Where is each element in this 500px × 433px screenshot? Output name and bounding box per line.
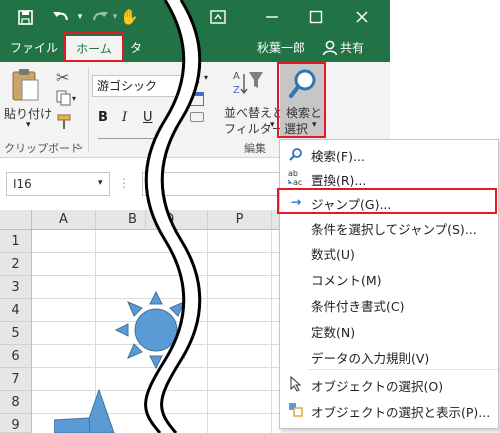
menu-item-comments[interactable]: コメント(M)	[280, 266, 498, 290]
close-icon[interactable]	[350, 0, 374, 36]
row-header[interactable]: 2	[0, 253, 32, 276]
save-icon[interactable]	[14, 0, 36, 37]
group-divider	[88, 68, 89, 152]
copy-icon[interactable]	[56, 90, 72, 109]
row-header[interactable]: 4	[0, 299, 32, 322]
clipboard-group-label: クリップボード	[4, 142, 81, 155]
share-button[interactable]: 共有	[340, 34, 364, 62]
redo-dropdown-icon: ▾	[112, 12, 118, 22]
sort-filter-dropdown-icon[interactable]: ▾	[270, 120, 275, 130]
search-icon	[286, 144, 306, 164]
tab-file[interactable]: ファイル	[10, 34, 58, 62]
copy-dropdown-icon[interactable]: ▾	[72, 94, 76, 103]
row-header[interactable]: 6	[0, 345, 32, 368]
menu-item-label: オブジェクトの選択と表示(P)...	[311, 405, 491, 420]
undo-dropdown-icon[interactable]: ▾	[74, 0, 86, 34]
menu-item-conditional-formatting[interactable]: 条件付き書式(C)	[280, 292, 498, 316]
minimize-icon[interactable]	[260, 0, 284, 36]
menu-separator	[308, 369, 498, 370]
menu-item-goto-special[interactable]: 条件を選択してジャンプ(S)...	[280, 215, 498, 239]
menu-item-data-validation[interactable]: データの入力規則(V)	[280, 344, 498, 368]
replace-icon: ab ac	[286, 168, 306, 188]
format-painter-icon[interactable]	[56, 114, 72, 133]
row-header[interactable]: 3	[0, 276, 32, 299]
column-header[interactable]: P	[208, 210, 272, 230]
svg-text:ab: ab	[288, 169, 298, 178]
menu-item-label: コメント(M)	[311, 273, 382, 288]
menu-item-label: 条件を選択してジャンプ(S)...	[311, 222, 477, 237]
menu-item-label: 数式(U)	[311, 247, 355, 262]
menu-item-select-objects[interactable]: オブジェクトの選択(O)	[280, 372, 498, 396]
wave-break-divider	[120, 0, 210, 433]
name-box-dropdown-icon[interactable]: ▾	[98, 178, 103, 188]
user-name: 秋葉一郎	[257, 41, 306, 55]
menu-item-label: 検索(F)...	[311, 149, 365, 164]
menu-item-label: 条件付き書式(C)	[311, 299, 405, 314]
home-tab-highlight	[64, 32, 124, 62]
redo-icon	[90, 0, 110, 36]
row-header[interactable]: 5	[0, 322, 32, 345]
gridline	[271, 230, 272, 433]
row-header[interactable]: 9	[0, 414, 32, 433]
bold-button[interactable]: B	[98, 110, 108, 125]
svg-text:A: A	[233, 71, 240, 82]
menu-item-label: データの入力規則(V)	[311, 351, 430, 366]
menu-item-formulas[interactable]: 数式(U)	[280, 240, 498, 264]
menu-item-find[interactable]: 検索(F)...	[280, 142, 498, 166]
row-header[interactable]: 1	[0, 230, 32, 253]
menu-item-constants[interactable]: 定数(N)	[280, 318, 498, 342]
find-select-menu: 検索(F)... ab ac 置換(R)... → ジャンプ(G)... 条件を選…	[279, 139, 499, 429]
sort-filter-icon[interactable]: AZ	[232, 68, 266, 99]
select-all-corner[interactable]	[0, 210, 32, 230]
menu-item-label: 定数(N)	[311, 325, 356, 340]
svg-text:ac: ac	[293, 178, 302, 186]
goto-highlight	[277, 188, 497, 214]
undo-icon[interactable]	[48, 0, 74, 36]
menu-item-replace[interactable]: ab ac 置換(R)...	[280, 166, 498, 190]
paste-dropdown-icon[interactable]: ▾	[26, 120, 31, 130]
menu-item-label: オブジェクトの選択(O)	[311, 379, 444, 394]
sort-filter-button-line1[interactable]: 並べ替えと	[224, 104, 284, 121]
clipboard-icon[interactable]	[10, 68, 40, 102]
menu-item-selection-pane[interactable]: オブジェクトの選択と表示(P)...	[280, 398, 498, 422]
column-header[interactable]: A	[32, 210, 96, 230]
editing-group-label: 編集	[244, 142, 266, 155]
menu-item-label: 置換(R)...	[311, 173, 367, 188]
row-header[interactable]: 7	[0, 368, 32, 391]
maximize-icon[interactable]	[304, 0, 328, 36]
clipboard-dialog-launcher-icon[interactable]: ↘	[76, 142, 83, 151]
svg-text:Z: Z	[233, 85, 240, 96]
cut-icon[interactable]: ✂	[56, 68, 69, 87]
find-select-highlight	[277, 62, 326, 138]
person-icon	[322, 40, 338, 56]
select-objects-icon	[286, 374, 306, 394]
selection-pane-icon	[286, 400, 306, 420]
name-box[interactable]: I16	[6, 172, 110, 196]
row-header[interactable]: 8	[0, 391, 32, 414]
